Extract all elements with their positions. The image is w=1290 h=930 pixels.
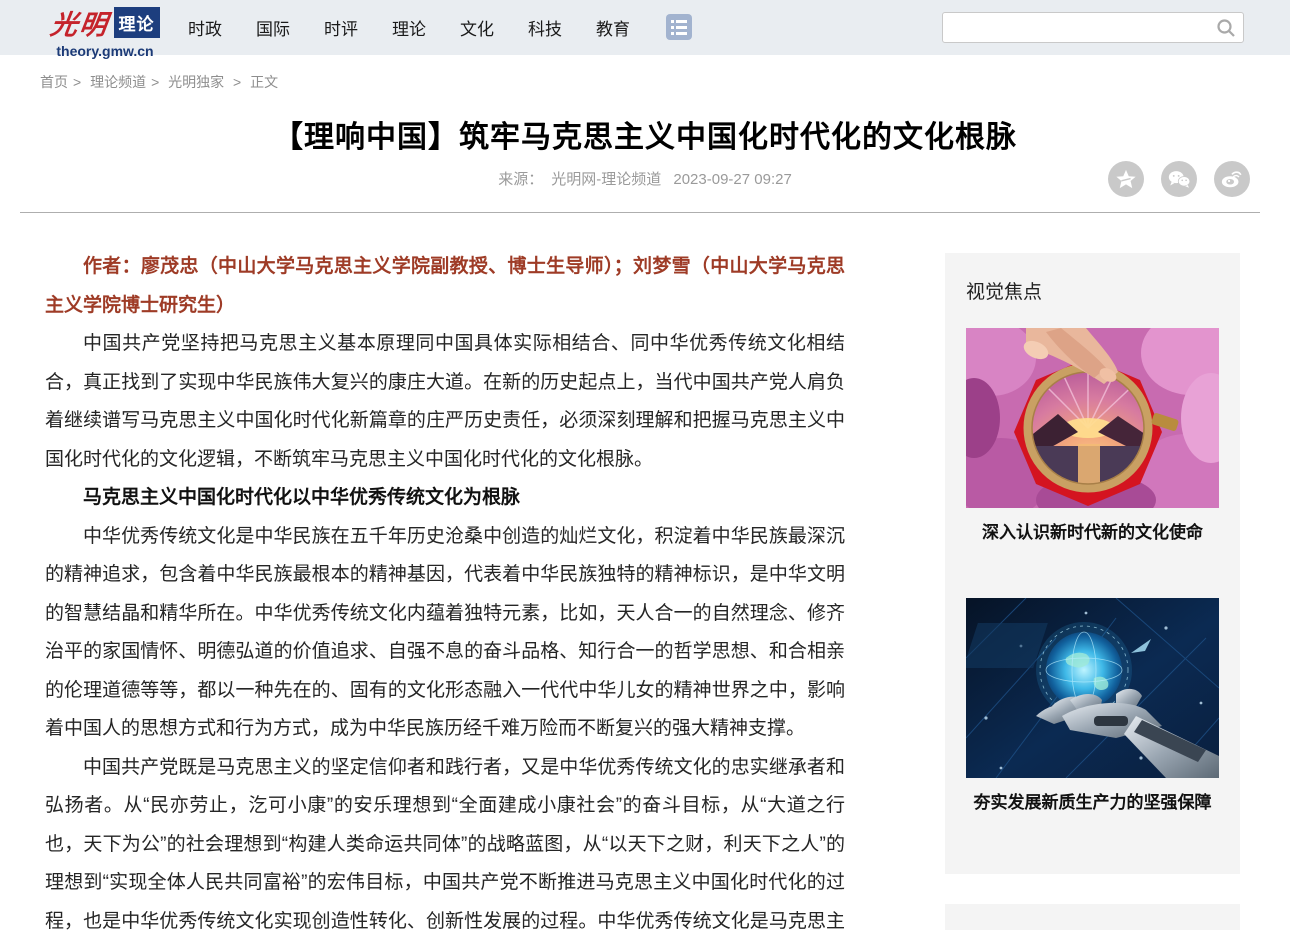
article-paragraph: 中国共产党坚持把马克思主义基本原理同中国具体实际相结合、同中华优秀传统文化相结合… bbox=[45, 333, 845, 470]
nav-item-education[interactable]: 教育 bbox=[596, 15, 630, 40]
breadcrumb-gm-exclusive[interactable]: 光明独家 bbox=[168, 74, 224, 90]
author-line: 作者：廖茂忠（中山大学马克思主义学院副教授、博士生导师）；刘梦雪（中山大学马克思… bbox=[45, 256, 845, 316]
sidebar-story-2: 夯实发展新质生产力的坚强保障 bbox=[966, 598, 1219, 815]
share-bar bbox=[1108, 161, 1250, 197]
sidebar-story-2-caption[interactable]: 夯实发展新质生产力的坚强保障 bbox=[966, 791, 1219, 815]
nav-item-politics[interactable]: 时政 bbox=[188, 15, 222, 40]
source-label: 来源： bbox=[498, 171, 544, 188]
technology-thumbnail[interactable] bbox=[966, 598, 1219, 778]
article-meta: 来源： 光明网-理论频道 2023-09-27 09:27 bbox=[0, 168, 1290, 189]
article-paragraph: 中国共产党既是马克思主义的坚定信仰者和践行者，又是中华优秀传统文化的忠实继承者和… bbox=[45, 756, 845, 930]
search-input[interactable] bbox=[943, 14, 1209, 41]
search-icon bbox=[1217, 18, 1235, 37]
page: 光明 理论 theory.gmw.cn 时政 国际 时评 理论 文化 科技 教育 bbox=[0, 0, 1290, 930]
publish-datetime: 2023-09-27 09:27 bbox=[673, 171, 792, 188]
breadcrumb: 首页 > 理论频道 > 光明独家 > 正文 bbox=[40, 72, 278, 92]
share-wechat-button[interactable] bbox=[1161, 161, 1197, 197]
wechat-icon bbox=[1168, 171, 1191, 188]
nav-item-theory[interactable]: 理论 bbox=[392, 15, 426, 40]
search-button[interactable] bbox=[1209, 13, 1243, 42]
logo-script-text: 光明 bbox=[47, 10, 111, 41]
breadcrumb-current: 正文 bbox=[250, 74, 279, 90]
weibo-icon bbox=[1221, 171, 1242, 188]
sidebar-story-1: 深入认识新时代新的文化使命 bbox=[966, 328, 1219, 545]
list-menu-icon[interactable] bbox=[666, 14, 692, 40]
share-qzone-button[interactable] bbox=[1108, 161, 1144, 197]
article-body: 作者：廖茂忠（中山大学马克思主义学院副教授、博士生导师）；刘梦雪（中山大学马克思… bbox=[45, 248, 845, 930]
breadcrumb-separator: > bbox=[73, 74, 82, 90]
nav-item-international[interactable]: 国际 bbox=[256, 15, 290, 40]
nav-item-culture[interactable]: 文化 bbox=[460, 15, 494, 40]
site-header: 光明 理论 theory.gmw.cn 时政 国际 时评 理论 文化 科技 教育 bbox=[0, 0, 1290, 59]
sidebar-story-1-caption[interactable]: 深入认识新时代新的文化使命 bbox=[966, 521, 1219, 545]
breadcrumb-separator: > bbox=[151, 74, 160, 90]
site-logo[interactable]: 光明 理论 theory.gmw.cn bbox=[30, 3, 180, 59]
sidebar-title: 视觉焦点 bbox=[966, 282, 1043, 303]
logo-badge: 理论 bbox=[113, 7, 160, 38]
sidebar-next-panel bbox=[945, 904, 1240, 930]
nav-item-technology[interactable]: 科技 bbox=[528, 15, 562, 40]
qzone-star-icon bbox=[1116, 169, 1136, 189]
breadcrumb-home[interactable]: 首页 bbox=[40, 74, 68, 90]
logo-domain: theory.gmw.cn bbox=[56, 43, 154, 59]
embroidery-thumbnail[interactable] bbox=[966, 328, 1219, 508]
main-nav: 时政 国际 时评 理论 文化 科技 教育 bbox=[188, 0, 630, 55]
nav-item-commentary[interactable]: 时评 bbox=[324, 15, 358, 40]
article-paragraph: 中华优秀传统文化是中华民族在五千年历史沧桑中创造的灿烂文化，积淀着中华民族最深沉… bbox=[45, 525, 845, 740]
header-divider bbox=[20, 212, 1260, 213]
visual-focus-panel: 视觉焦点 深入认识新时代新的文化使命 夯实发展新质生产力的坚强保障 bbox=[945, 253, 1240, 874]
breadcrumb-separator: > bbox=[233, 74, 242, 90]
breadcrumb-theory-channel[interactable]: 理论频道 bbox=[90, 74, 146, 90]
page-title: 【理响中国】筑牢马克思主义中国化时代化的文化根脉 bbox=[273, 121, 1017, 154]
source-value: 光明网-理论频道 bbox=[551, 171, 662, 188]
share-weibo-button[interactable] bbox=[1214, 161, 1250, 197]
search-box bbox=[942, 12, 1244, 43]
article-subheading: 马克思主义中国化时代化以中华优秀传统文化为根脉 bbox=[83, 487, 521, 508]
